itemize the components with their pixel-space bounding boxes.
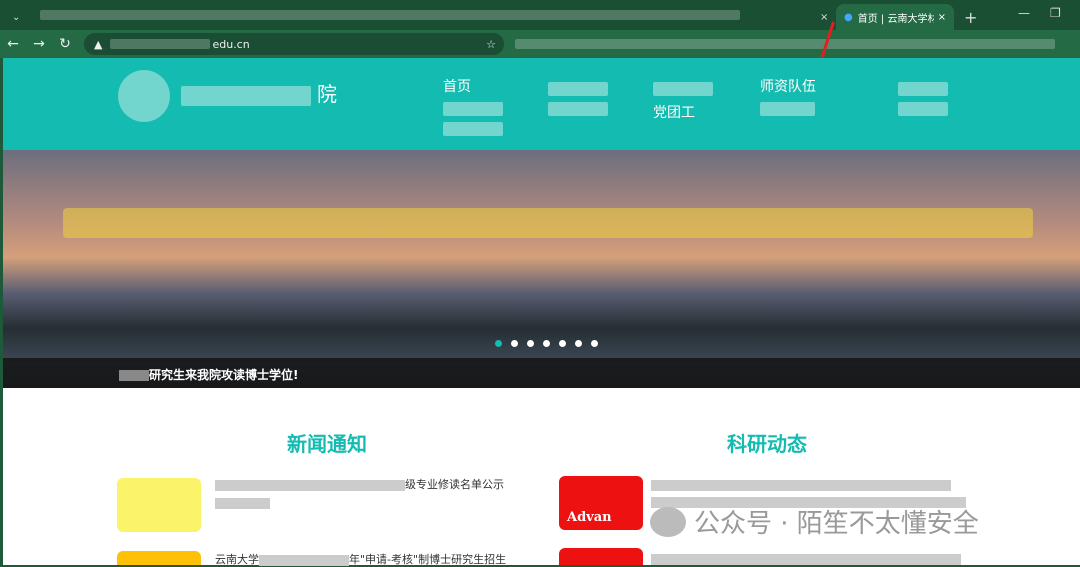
nav-item-2[interactable] (548, 76, 608, 122)
watermark: 公众号 · 陌笙不太懂安全 (650, 503, 979, 540)
forward-icon[interactable]: → (26, 36, 52, 52)
nav-item-5[interactable] (898, 76, 948, 122)
site-header: 院 首页 党团工 师资队伍 (3, 58, 1080, 150)
carousel-dot[interactable] (527, 340, 534, 347)
nav-item-home[interactable]: 首页 (443, 76, 503, 142)
restore-button[interactable]: ❐ (1050, 6, 1061, 20)
tab-active[interactable]: ● 首页 | 云南大学材料 × (836, 4, 954, 30)
blurred-bookmarks[interactable] (515, 39, 1055, 49)
carousel-dot[interactable] (591, 340, 598, 347)
blurred-tabs[interactable] (40, 10, 740, 20)
blurred-url (110, 39, 211, 49)
tab-bar: ⌄ × ● 首页 | 云南大学材料 × + — ❐ (0, 0, 1080, 30)
site-favicon-icon: ● (844, 11, 853, 23)
tab-list-button[interactable]: ⌄ (4, 4, 28, 30)
minimize-button[interactable]: — (1018, 6, 1030, 20)
university-logo (118, 70, 170, 122)
hero-banner[interactable] (3, 150, 1080, 388)
research-section-title: 科研动态 (727, 432, 807, 456)
news-thumbnail[interactable] (117, 478, 201, 532)
address-bar[interactable]: ▲ edu.cn ☆ (84, 33, 504, 55)
carousel-dot[interactable] (559, 340, 566, 347)
new-tab-button[interactable]: + (956, 4, 985, 30)
carousel-dot[interactable] (511, 340, 518, 347)
banner-caption[interactable]: 研究生来我院攻读博士学位! (3, 358, 1080, 388)
news-thumbnail[interactable] (117, 551, 201, 565)
browser-toolbar: ← → ↻ ▲ edu.cn ☆ (0, 30, 1080, 58)
reload-icon[interactable]: ↻ (52, 36, 78, 52)
carousel-dot[interactable] (575, 340, 582, 347)
news-item[interactable]: 级专业修读名单公示 (215, 476, 515, 509)
carousel-dots (495, 340, 598, 347)
site-name: 院 (181, 78, 337, 107)
favorite-star-icon[interactable]: ☆ (486, 38, 496, 51)
research-item[interactable] (651, 552, 971, 565)
banner-slogan (63, 208, 1033, 238)
nav-item-party[interactable]: 党团工 (653, 76, 713, 122)
site-info-icon[interactable]: ▲ (94, 38, 102, 51)
news-section-title: 新闻通知 (287, 432, 367, 456)
web-page: 院 首页 党团工 师资队伍 研究生来我院攻读博士学位! 新闻通知 科研动态 级专… (3, 58, 1080, 566)
wechat-icon (650, 506, 686, 537)
url-text: edu.cn (212, 37, 250, 51)
carousel-dot[interactable] (543, 340, 550, 347)
tab-close-icon[interactable]: × (938, 12, 946, 23)
carousel-dot[interactable] (495, 340, 502, 347)
research-thumbnail[interactable] (559, 548, 643, 565)
back-icon[interactable]: ← (0, 36, 26, 52)
research-thumbnail[interactable]: Advan (559, 476, 643, 530)
tab-title: 首页 | 云南大学材料 (857, 13, 934, 25)
nav-item-faculty[interactable]: 师资队伍 (760, 76, 816, 122)
